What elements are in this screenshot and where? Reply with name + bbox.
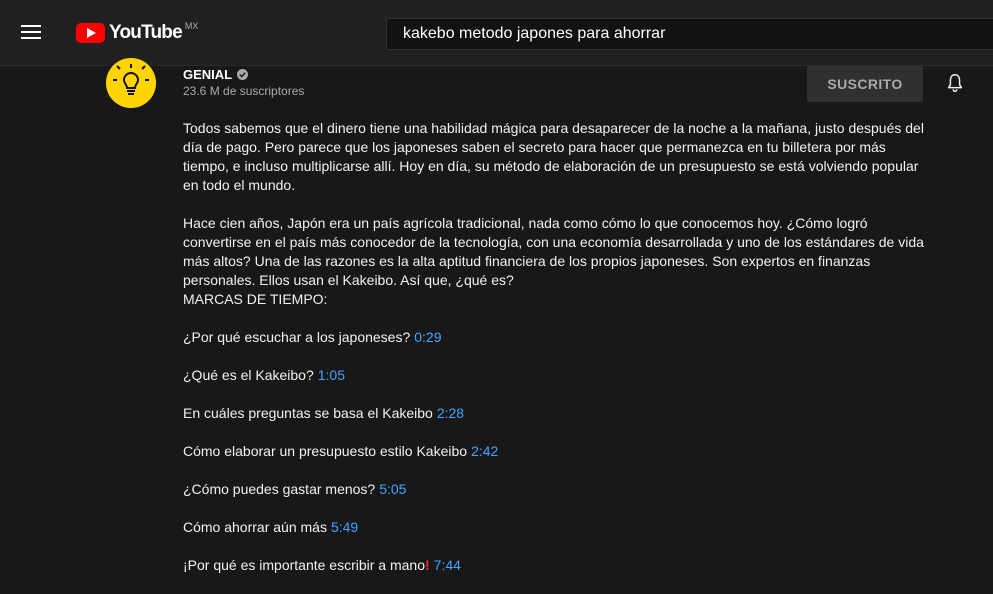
timestamp-label: ¿Qué es el Kakeibo?: [183, 367, 314, 383]
search-box: [386, 18, 993, 50]
description-paragraph-2: Hace cien años, Japón era un país agríco…: [183, 214, 933, 309]
timestamp-line: Cómo ahorrar aún más 5:49: [183, 518, 933, 537]
notification-bell-icon[interactable]: [944, 72, 966, 94]
timestamp-link[interactable]: 5:05: [379, 481, 406, 497]
timestamp-label: Cómo elaborar un presupuesto estilo Kake…: [183, 443, 468, 459]
subscriber-count: 23.6 M de suscriptores: [183, 84, 305, 98]
menu-icon[interactable]: [21, 25, 41, 39]
timestamp-link[interactable]: 0:29: [414, 329, 441, 345]
youtube-play-icon: [76, 23, 105, 43]
youtube-logo[interactable]: YouTube MX: [76, 21, 199, 44]
timestamp-line: ¿Cómo puedes gastar menos? 5:05: [183, 480, 933, 499]
timestamp-link[interactable]: 7:44: [434, 557, 461, 573]
timestamp-label: En cuáles preguntas se basa el Kakeibo: [183, 405, 433, 421]
channel-name-text: GENIAL: [183, 67, 233, 82]
timestamp-label: Cómo ahorrar aún más: [183, 519, 327, 535]
channel-avatar[interactable]: [106, 58, 156, 108]
description-paragraph-1: Todos sabemos que el dinero tiene una ha…: [183, 120, 924, 193]
timestamp-line: ¿Por qué escuchar a los japoneses? 0:29: [183, 328, 933, 347]
timestamp-line: Cómo elaborar un presupuesto estilo Kake…: [183, 442, 933, 461]
video-description: Todos sabemos que el dinero tiene una ha…: [183, 119, 933, 594]
timestamp-line: ¿Qué es el Kakeibo? 1:05: [183, 366, 933, 385]
timestamp-link[interactable]: 2:28: [437, 405, 464, 421]
timestamp-link[interactable]: 1:05: [318, 367, 345, 383]
logo-text: YouTube: [109, 22, 183, 43]
subscribed-button[interactable]: SUSCRITO: [807, 66, 923, 102]
timestamp-label: ¡Por qué es importante escribir a mano: [183, 557, 425, 573]
timestamp-link[interactable]: 5:49: [331, 519, 358, 535]
channel-name[interactable]: GENIAL: [183, 67, 249, 82]
exclamation-mark: !: [425, 557, 430, 573]
search-input[interactable]: [403, 19, 983, 49]
timestamps-heading: MARCAS DE TIEMPO:: [183, 291, 328, 307]
timestamp-line: ¡Por qué es importante escribir a mano! 7…: [183, 556, 933, 575]
timestamp-label: ¿Por qué escuchar a los japoneses?: [183, 329, 411, 345]
masthead: YouTube MX: [0, 0, 993, 66]
timestamps-list: ¿Por qué escuchar a los japoneses? 0:29 ¿Q…: [183, 328, 933, 575]
timestamp-label: ¿Cómo puedes gastar menos?: [183, 481, 376, 497]
verified-badge-icon: [237, 69, 249, 80]
description-paragraph-2-text: Hace cien años, Japón era un país agríco…: [183, 215, 924, 288]
lightbulb-icon: [106, 58, 156, 108]
timestamp-link[interactable]: 2:42: [471, 443, 498, 459]
timestamp-line: En cuáles preguntas se basa el Kakeibo 2:…: [183, 404, 933, 423]
logo-country-code: MX: [184, 21, 199, 31]
